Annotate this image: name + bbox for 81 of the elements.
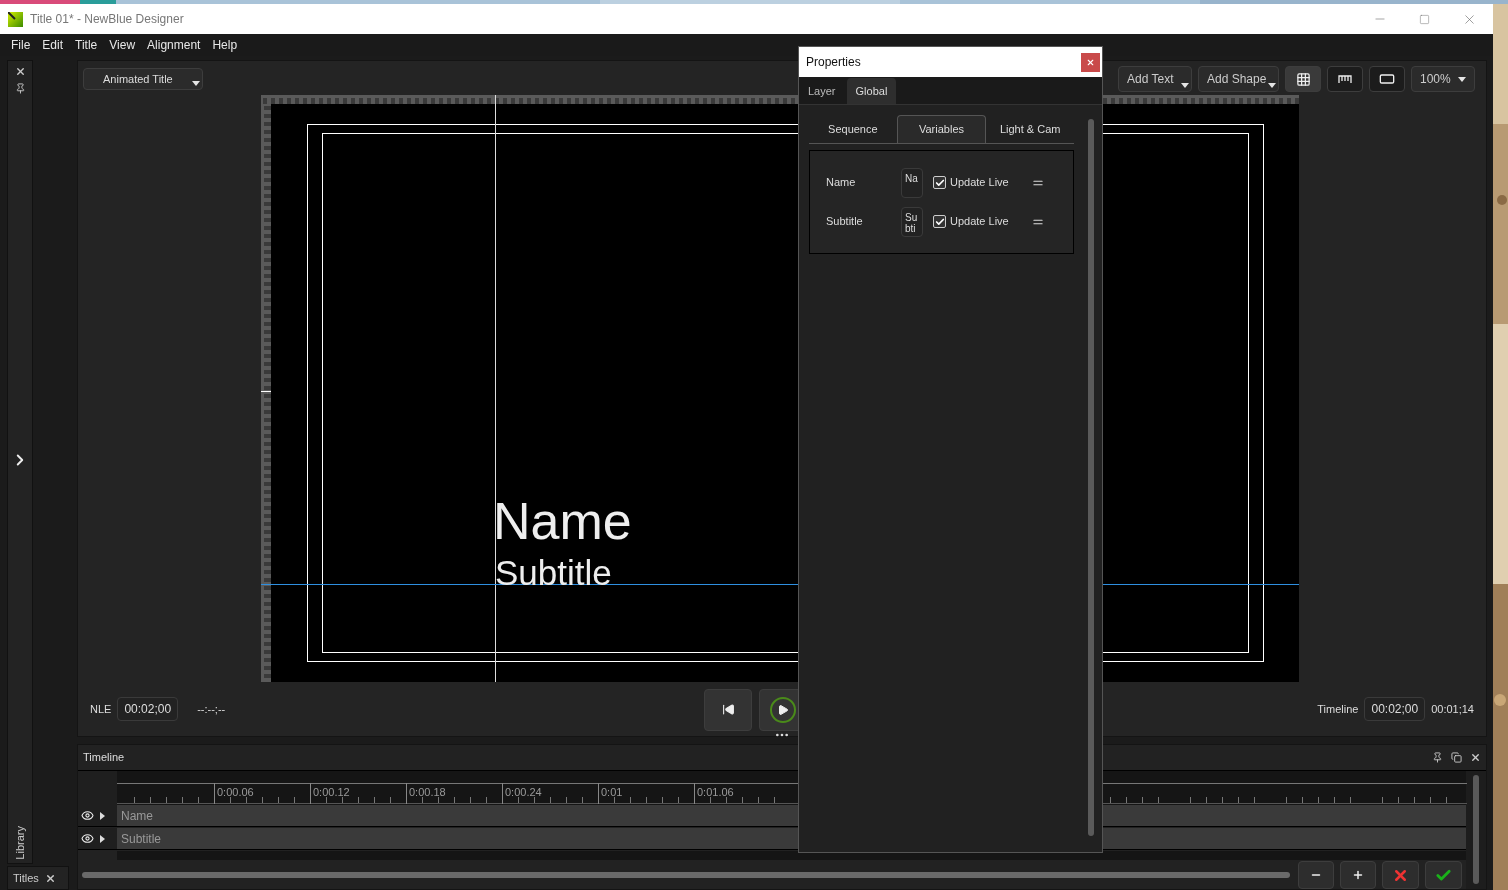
timeline-duration-field[interactable]: 00:02;00 xyxy=(1364,697,1426,721)
tab[interactable]: Layer xyxy=(799,78,845,104)
zoom-dropdown[interactable]: 100% xyxy=(1411,66,1475,92)
ruler-icon xyxy=(1338,75,1352,83)
timeline-label: Timeline xyxy=(1317,701,1359,717)
menu-item[interactable]: Help xyxy=(207,36,243,54)
properties-title: Properties xyxy=(806,54,861,71)
checkbox-label: Update Live xyxy=(950,214,1009,230)
check-icon xyxy=(934,177,945,188)
tick-label: 0:01.06 xyxy=(697,786,734,798)
expand-icon[interactable] xyxy=(100,811,105,820)
variable-field[interactable]: Subti xyxy=(901,206,923,237)
subtab[interactable]: Light & Cam xyxy=(986,115,1074,143)
frame-icon xyxy=(1379,71,1395,87)
caret-icon xyxy=(1181,83,1189,88)
library-tab[interactable]: Library xyxy=(11,826,29,860)
pin-icon[interactable] xyxy=(1432,752,1443,763)
tick-label: 0:00.06 xyxy=(217,786,254,798)
subtitle-text[interactable]: Subtitle xyxy=(495,555,612,590)
tab-label: Titles xyxy=(13,870,39,886)
close-icon[interactable] xyxy=(14,66,26,77)
timeline-position: 00:01;14 xyxy=(1431,701,1474,717)
skip-back-icon xyxy=(721,703,735,716)
variable-field[interactable]: Na xyxy=(901,167,923,198)
app-logo-icon xyxy=(8,11,23,27)
toggle-button[interactable] xyxy=(1327,66,1363,92)
zoom-in-button[interactable] xyxy=(1340,861,1376,889)
checkbox-label: Update Live xyxy=(950,175,1009,191)
nle-label: NLE xyxy=(90,701,112,717)
grid-icon xyxy=(1295,71,1311,87)
tick-label: 0:00.12 xyxy=(313,786,350,798)
eye-icon[interactable] xyxy=(81,809,94,822)
horizontal-scrollbar[interactable] xyxy=(82,872,1290,878)
nle-duration-field[interactable]: 00:02;00 xyxy=(117,697,179,721)
menu-item[interactable]: Edit xyxy=(37,36,69,54)
vertical-scrollbar[interactable] xyxy=(1473,775,1479,884)
track-name: Subtitle xyxy=(121,830,162,848)
close-icon[interactable] xyxy=(1470,752,1481,763)
close-button[interactable] xyxy=(1081,52,1100,72)
menu-item[interactable]: View xyxy=(104,36,141,54)
variable-label: Subtitle xyxy=(826,214,864,230)
menu-item[interactable]: Alignment xyxy=(142,36,206,54)
titles-tab[interactable]: Titles xyxy=(7,866,69,890)
checkbox[interactable] xyxy=(933,176,946,189)
caret-icon xyxy=(192,81,200,86)
nle-position: --:--;-- xyxy=(197,701,226,717)
toggle-button[interactable] xyxy=(1369,66,1405,92)
subtab[interactable]: Sequence xyxy=(809,115,897,143)
panel-title: Timeline xyxy=(83,750,125,766)
maximize-icon xyxy=(1419,13,1430,25)
plus-icon xyxy=(1352,869,1364,881)
play-icon xyxy=(777,703,790,716)
add-text-button[interactable]: Add Text xyxy=(1118,66,1192,92)
menu-item[interactable]: File xyxy=(6,36,36,54)
add-shape-button[interactable]: Add Shape xyxy=(1198,66,1279,92)
confirm-button[interactable] xyxy=(1425,861,1462,889)
menu-item[interactable]: Title xyxy=(70,36,103,54)
tick-label: 0:00.24 xyxy=(505,786,542,798)
pin-icon[interactable] xyxy=(14,83,26,94)
check-icon xyxy=(934,216,945,227)
cancel-button[interactable] xyxy=(1382,861,1419,889)
tab[interactable]: Global xyxy=(846,78,897,104)
float-icon[interactable] xyxy=(1451,752,1462,763)
close-icon xyxy=(1086,57,1095,67)
template-dropdown[interactable]: Animated Title xyxy=(83,68,203,90)
skip-to-start-button[interactable] xyxy=(704,688,753,731)
caret-icon xyxy=(1268,83,1276,88)
variable-label: Name xyxy=(826,175,857,191)
close-icon[interactable] xyxy=(44,872,56,884)
vertical-scrollbar[interactable] xyxy=(1088,119,1094,836)
subtab[interactable]: Variables xyxy=(896,115,987,143)
checkbox[interactable] xyxy=(933,215,946,228)
tick-label: 0:01 xyxy=(601,786,623,798)
caret-icon xyxy=(1458,76,1466,82)
window-title: Title 01* - NewBlue Designer xyxy=(30,11,184,28)
expand-icon[interactable] xyxy=(100,834,105,843)
eye-icon[interactable] xyxy=(81,832,94,845)
track-name: Name xyxy=(121,807,153,825)
toggle-button[interactable] xyxy=(1285,66,1321,92)
name-text[interactable]: Name xyxy=(493,495,632,547)
tick-label: 0:00.18 xyxy=(409,786,446,798)
